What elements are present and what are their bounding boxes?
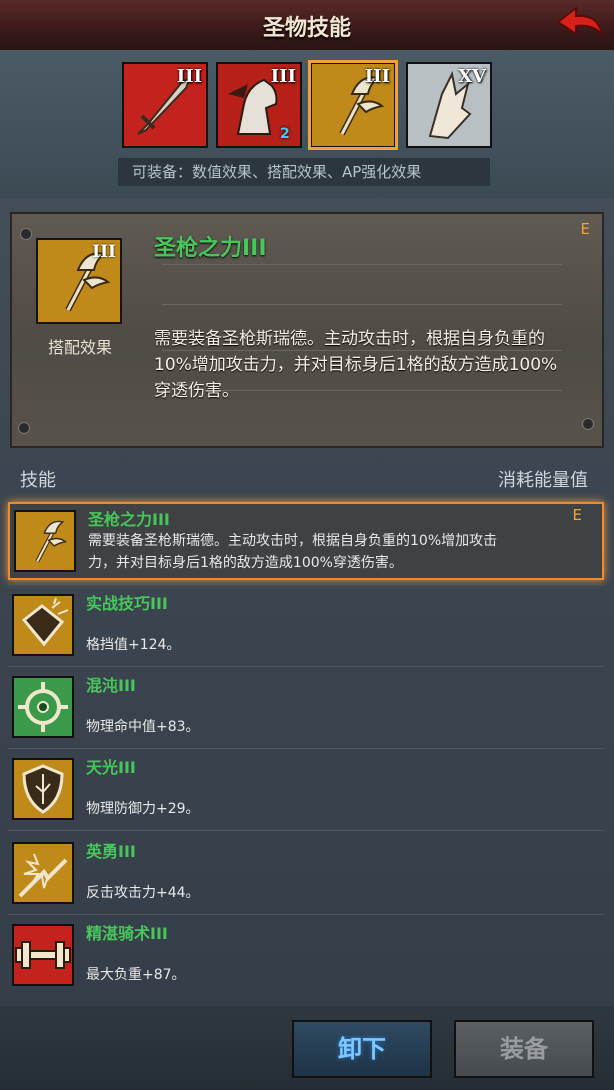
unequip-button[interactable]: 卸下: [292, 1020, 432, 1078]
skill-row[interactable]: 混沌III 物理命中值+83。: [8, 670, 604, 748]
energy-cost-header: 消耗能量值: [498, 470, 588, 491]
relic-slot-3[interactable]: III: [308, 60, 398, 150]
relic-level: III: [364, 66, 390, 87]
pin-icon: [20, 228, 32, 240]
divider: [162, 304, 562, 305]
relic-level: III: [176, 66, 202, 87]
divider: [8, 584, 604, 585]
skill-description: 需要装备圣枪斯瑞德。主动攻击时，根据自身负重的10%增加攻击力，并对目标身后1格…: [88, 533, 498, 571]
divider: [8, 830, 604, 831]
relic-count-badge: 2: [280, 126, 290, 142]
back-arrow-icon: [556, 5, 604, 38]
skill-name: 天光III: [86, 758, 136, 777]
skill-name: 英勇III: [86, 842, 136, 861]
header-bar: 圣物技能: [0, 0, 614, 52]
equip-types-label: 可装备：数值效果、搭配效果、AP强化效果: [118, 158, 490, 186]
skill-icon: [12, 842, 74, 904]
relic-slot-1[interactable]: III: [122, 62, 208, 148]
skills-header: 技能: [20, 470, 56, 491]
shield-icon: [22, 764, 64, 814]
divider: [8, 748, 604, 749]
relic-level: XV: [458, 66, 486, 87]
skill-detail-panel: III 搭配效果 圣枪之力III E 需要装备圣枪斯瑞德。主动攻击时，根据自身负…: [10, 212, 604, 448]
skill-icon: [14, 510, 76, 572]
skill-description: 物理命中值+83。: [86, 719, 200, 735]
skill-icon: [12, 594, 74, 656]
relic-slot-4[interactable]: XV: [406, 62, 492, 148]
burst-icon: [18, 853, 68, 898]
detail-description: 需要装备圣枪斯瑞德。主动攻击时，根据自身负重的10%增加攻击力，并对目标身后1格…: [154, 329, 558, 401]
skill-row[interactable]: 英勇III 反击攻击力+44。: [8, 836, 604, 914]
detail-caption: 搭配效果: [47, 338, 112, 357]
shield-break-icon: [21, 597, 69, 647]
skill-name: 圣枪之力III: [88, 510, 170, 529]
relic-level: III: [270, 66, 296, 87]
skill-icon: [12, 676, 74, 738]
skill-row[interactable]: 圣枪之力III E 需要装备圣枪斯瑞德。主动攻击时，根据自身负重的10%增加攻击…: [8, 502, 604, 580]
back-button[interactable]: [554, 4, 606, 44]
detail-skill-icon: III: [36, 238, 122, 324]
skill-description: 格挡值+124。: [86, 637, 181, 653]
divider: [8, 666, 604, 667]
bottom-bar: 卸下 装备: [0, 1006, 614, 1090]
crosshair-icon: [18, 682, 68, 732]
trident-icon: [35, 520, 68, 563]
skill-row[interactable]: 天光III 物理防御力+29。: [8, 752, 604, 830]
divider: [8, 914, 604, 915]
page-title: 圣物技能: [262, 16, 351, 41]
skill-description: 物理防御力+29。: [86, 801, 200, 817]
skill-grade: E: [572, 506, 582, 524]
skill-name: 实战技巧III: [86, 594, 168, 613]
pin-icon: [18, 422, 30, 434]
relic-slot-2[interactable]: III 2: [216, 62, 302, 148]
skill-row[interactable]: 精湛骑术III 最大负重+87。: [8, 918, 604, 996]
detail-level: III: [92, 242, 116, 262]
skill-icon: [12, 758, 74, 820]
skill-description: 反击攻击力+44。: [86, 885, 200, 901]
skill-name: 精湛骑术III: [86, 924, 168, 943]
skill-description: 最大负重+87。: [86, 967, 186, 983]
skill-icon: [12, 924, 74, 986]
dumbbell-icon: [15, 941, 71, 969]
relic-tray: III III 2 III XV 可装备：数值效果、搭配效果、AP强化效果: [0, 50, 614, 198]
detail-skill-name: 圣枪之力III: [154, 236, 267, 261]
pin-icon: [582, 418, 594, 430]
divider: [162, 264, 562, 265]
detail-grade: E: [580, 220, 590, 238]
equip-button[interactable]: 装备: [454, 1020, 594, 1078]
skill-row[interactable]: 实战技巧III 格挡值+124。: [8, 588, 604, 666]
skill-name: 混沌III: [86, 676, 136, 695]
